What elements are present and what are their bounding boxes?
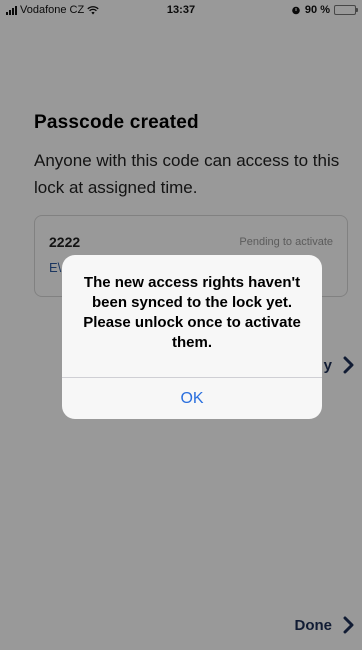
alert-message: The new access rights haven't been synce… bbox=[83, 274, 301, 351]
ok-button[interactable]: OK bbox=[62, 378, 322, 419]
alert-dialog: The new access rights haven't been synce… bbox=[62, 255, 322, 419]
